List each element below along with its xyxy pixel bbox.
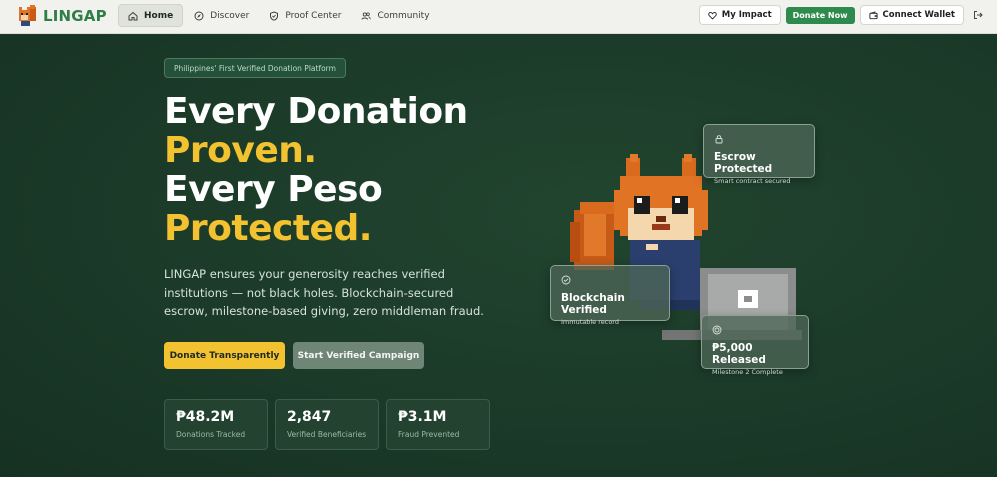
connect-wallet-button[interactable]: Connect Wallet: [859, 5, 964, 25]
card-title: Blockchain Verified: [561, 292, 625, 316]
hero-section: [0, 35, 997, 477]
check-circle-icon: [561, 275, 571, 285]
connect-wallet-label: Connect Wallet: [882, 10, 955, 20]
donate-transparently-button[interactable]: Donate Transparently: [164, 342, 285, 369]
card-subtitle: Immutable record: [561, 318, 619, 326]
nav-links: Home Discover Proof Center Community: [118, 4, 439, 27]
compass-icon: [194, 11, 204, 20]
card-subtitle: Smart contract secured: [714, 177, 791, 185]
nav-actions: My Impact Donate Now Connect Wallet: [698, 5, 985, 25]
hero-headline: Every Donation Proven. Every Peso Protec…: [164, 92, 468, 248]
headline-line-2: Proven.: [164, 130, 317, 171]
nav-home[interactable]: Home: [118, 4, 184, 27]
wallet-icon: [868, 10, 878, 19]
stat-value: 2,847: [287, 409, 332, 425]
home-icon: [128, 11, 138, 20]
nav-discover[interactable]: Discover: [185, 4, 258, 27]
headline-line-1: Every Donation: [164, 91, 468, 132]
my-impact-label: My Impact: [721, 10, 772, 20]
card-subtitle: Milestone 2 Complete: [712, 368, 783, 376]
logo[interactable]: LINGAP: [16, 4, 107, 28]
nav-discover-label: Discover: [210, 10, 250, 21]
stat-value: ₱3.1M: [398, 409, 447, 425]
stat-label: Verified Beneficiaries: [287, 430, 367, 439]
target-icon: [712, 325, 722, 335]
nav-proof-center[interactable]: Proof Center: [260, 4, 350, 27]
headline-line-4: Protected.: [164, 208, 372, 249]
stat-donations-tracked: ₱48.2M Donations Tracked: [164, 399, 268, 450]
stat-verified-beneficiaries: 2,847 Verified Beneficiaries: [275, 399, 379, 450]
blockchain-verified-card: Blockchain Verified Immutable record: [550, 265, 670, 326]
stat-value: ₱48.2M: [176, 409, 235, 425]
nav-proof-center-label: Proof Center: [285, 10, 342, 21]
stat-label: Fraud Prevented: [398, 430, 460, 439]
start-verified-campaign-button[interactable]: Start Verified Campaign: [293, 342, 424, 369]
my-impact-button[interactable]: My Impact: [698, 5, 781, 25]
card-title: ₱5,000 Released: [712, 342, 766, 366]
funds-released-card: ₱5,000 Released Milestone 2 Complete: [701, 315, 809, 376]
logout-icon[interactable]: [971, 8, 985, 22]
card-title: Escrow Protected: [714, 151, 773, 175]
hero-subtitle: LINGAP ensures your generosity reaches v…: [164, 267, 484, 318]
platform-badge: Philippines' First Verified Donation Pla…: [164, 58, 346, 78]
stat-label: Donations Tracked: [176, 430, 246, 439]
shield-icon: [270, 10, 279, 21]
squirrel-logo-icon: [16, 4, 38, 28]
headline-line-3: Every Peso: [164, 169, 383, 210]
nav-home-label: Home: [144, 10, 174, 21]
escrow-protected-card: Escrow Protected Smart contract secured: [703, 124, 815, 185]
lock-icon: [715, 135, 723, 144]
nav-community-label: Community: [377, 10, 430, 21]
app-name: LINGAP: [43, 7, 107, 25]
nav-community[interactable]: Community: [352, 4, 438, 27]
users-icon: [362, 11, 372, 20]
stat-fraud-prevented: ₱3.1M Fraud Prevented: [386, 399, 490, 450]
donate-now-button[interactable]: Donate Now: [785, 6, 855, 24]
heart-icon: [708, 11, 717, 20]
top-nav: LINGAP Home Discover Proof Center Commun…: [0, 0, 997, 34]
